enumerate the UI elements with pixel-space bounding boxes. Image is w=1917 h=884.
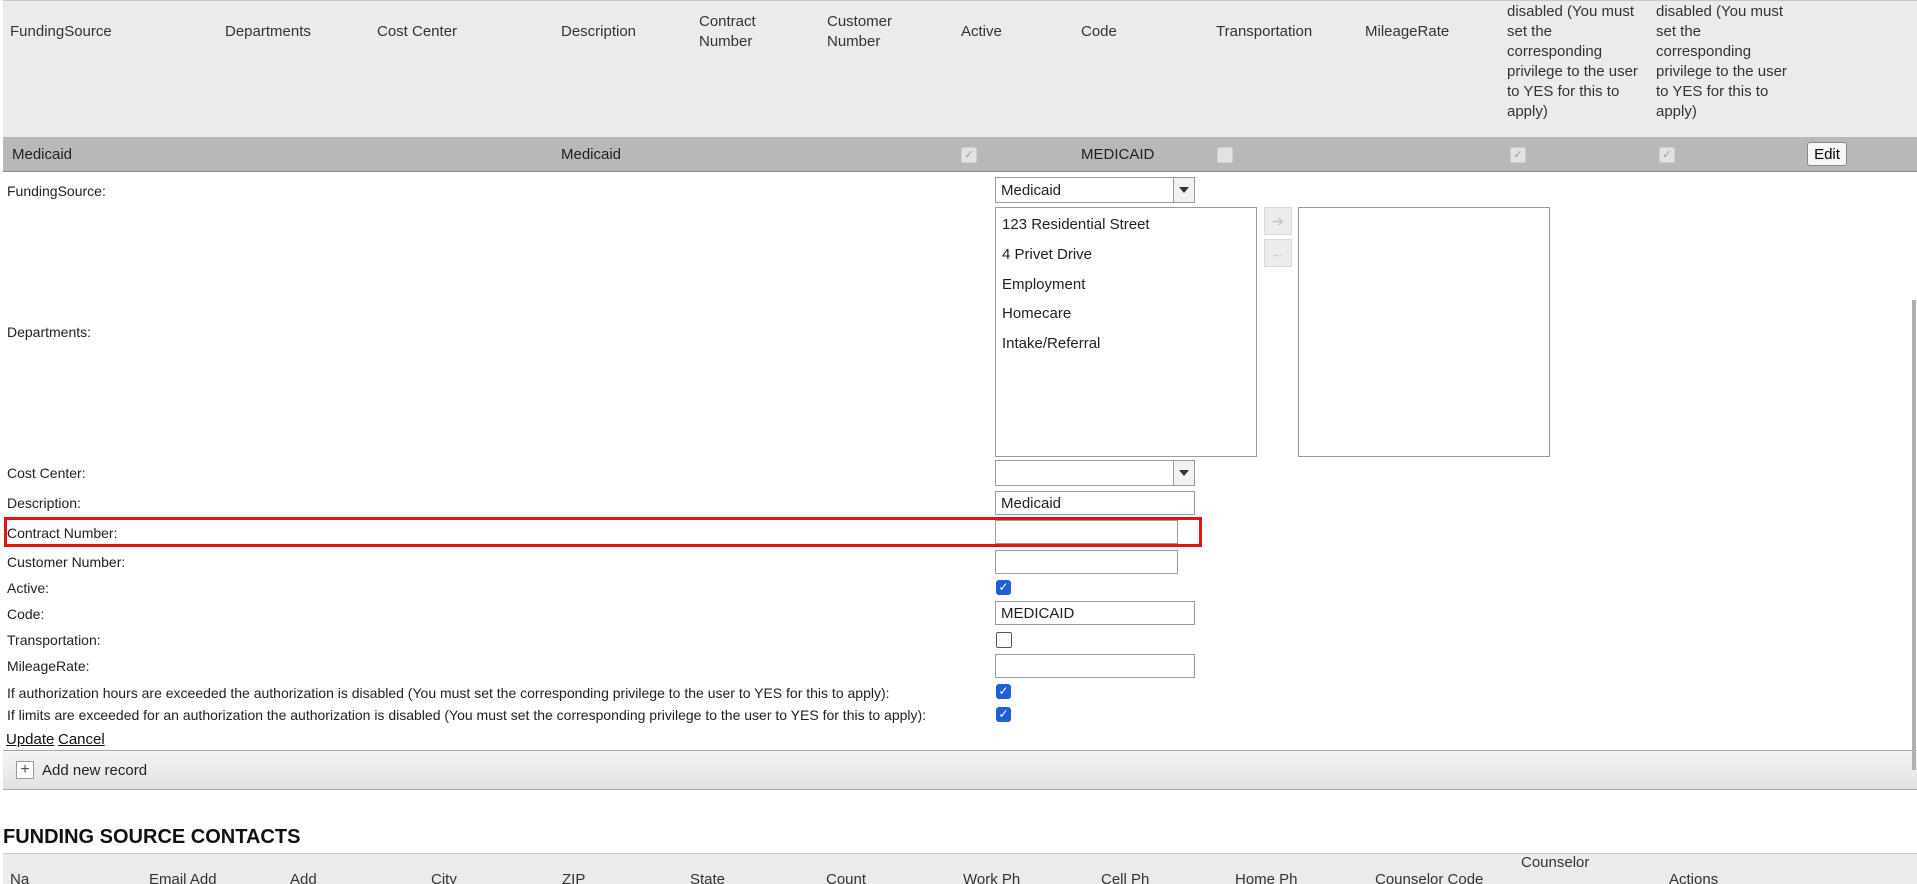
departments-selected-list[interactable]	[1298, 207, 1550, 457]
list-item[interactable]: 4 Privet Drive	[1002, 246, 1092, 263]
scrollbar[interactable]	[1912, 300, 1916, 770]
header-departments[interactable]: Departments	[225, 22, 311, 42]
funding-source-value: Medicaid	[1001, 182, 1062, 199]
hours-rule-checkbox[interactable]: ✓	[996, 684, 1011, 699]
grid-toolbar: + Add new record	[3, 750, 1917, 790]
contract-number-highlight	[4, 517, 1202, 547]
contacts-section-title: FUNDING SOURCE CONTACTS	[3, 826, 301, 848]
list-item[interactable]: Homecare	[1002, 305, 1071, 322]
list-item[interactable]: 123 Residential Street	[1002, 216, 1150, 233]
hours-rule-label: If authorization hours are exceeded the …	[7, 685, 890, 701]
header-hours-rule[interactable]: disabled (You must set the corresponding…	[1507, 2, 1645, 122]
active-checkbox[interactable]: ✓	[996, 580, 1011, 595]
row-active-checkbox: ✓	[961, 147, 977, 163]
departments-available-list[interactable]: 123 Residential Street 4 Privet Drive Em…	[995, 207, 1257, 457]
list-item[interactable]: Intake/Referral	[1002, 335, 1100, 352]
update-link[interactable]: Update	[6, 731, 54, 748]
row-description: Medicaid	[561, 146, 622, 163]
header-transportation[interactable]: Transportation	[1216, 22, 1312, 42]
departments-label: Departments:	[7, 324, 92, 340]
row-hours-rule-checkbox: ✓	[1510, 147, 1526, 163]
cancel-link[interactable]: Cancel	[58, 731, 105, 748]
header-customer-number[interactable]: Customer Number	[827, 12, 907, 52]
row-code: MEDICAID	[1081, 146, 1155, 163]
active-label: Active:	[7, 580, 50, 596]
chevron-down-icon[interactable]	[1173, 178, 1194, 202]
header-contract-number[interactable]: Contract Number	[699, 12, 779, 52]
arrow-right-icon: ➔	[1272, 213, 1284, 229]
header-funding-source[interactable]: FundingSource	[10, 22, 112, 42]
row-limits-rule-checkbox: ✓	[1659, 147, 1675, 163]
header-cost-center[interactable]: Cost Center	[377, 22, 457, 42]
header-mileage-rate[interactable]: MileageRate	[1365, 22, 1449, 42]
description-label: Description:	[7, 495, 81, 511]
move-left-button[interactable]: ←	[1264, 239, 1292, 267]
funding-source-label: FundingSource:	[7, 183, 106, 199]
code-field[interactable]	[995, 601, 1195, 625]
customer-number-label: Customer Number:	[7, 554, 126, 570]
contacts-grid-header: Na Email Add Add City ZIP State Count Wo…	[3, 853, 1917, 884]
cost-center-label: Cost Center:	[7, 465, 86, 481]
header-active[interactable]: Active	[961, 22, 1002, 42]
customer-number-field[interactable]	[995, 550, 1178, 574]
transportation-label: Transportation:	[7, 632, 101, 648]
limits-rule-label: If limits are exceeded for an authorizat…	[7, 707, 927, 723]
header-limits-rule[interactable]: authorization is disabled (You must set …	[1656, 1, 1794, 122]
add-new-record-button[interactable]: Add new record	[42, 762, 147, 779]
header-code[interactable]: Code	[1081, 22, 1117, 42]
code-label: Code:	[7, 606, 45, 622]
contacts-header-counselor[interactable]: Counselor	[1521, 854, 1589, 871]
description-field[interactable]	[995, 491, 1195, 515]
row-funding-source: Medicaid	[12, 146, 73, 163]
cost-center-dropdown[interactable]	[995, 460, 1195, 486]
row-transportation-checkbox	[1217, 147, 1233, 163]
transportation-checkbox[interactable]	[996, 632, 1012, 648]
table-row[interactable]: Medicaid Medicaid ✓ MEDICAID ✓ ✓ Edit	[3, 137, 1917, 172]
limits-rule-checkbox[interactable]: ✓	[996, 707, 1011, 722]
funding-source-dropdown[interactable]: Medicaid	[995, 177, 1195, 203]
edit-button[interactable]: Edit	[1807, 142, 1847, 166]
header-description[interactable]: Description	[561, 22, 636, 42]
grid-header: FundingSource Departments Cost Center De…	[3, 0, 1917, 138]
plus-icon[interactable]: +	[16, 761, 34, 779]
mileage-rate-field[interactable]	[995, 654, 1195, 678]
chevron-down-icon[interactable]	[1173, 461, 1194, 485]
move-right-button[interactable]: ➔	[1264, 207, 1292, 235]
mileage-rate-label: MileageRate:	[7, 658, 90, 674]
list-item[interactable]: Employment	[1002, 276, 1085, 293]
arrow-left-icon: ←	[1271, 245, 1285, 261]
